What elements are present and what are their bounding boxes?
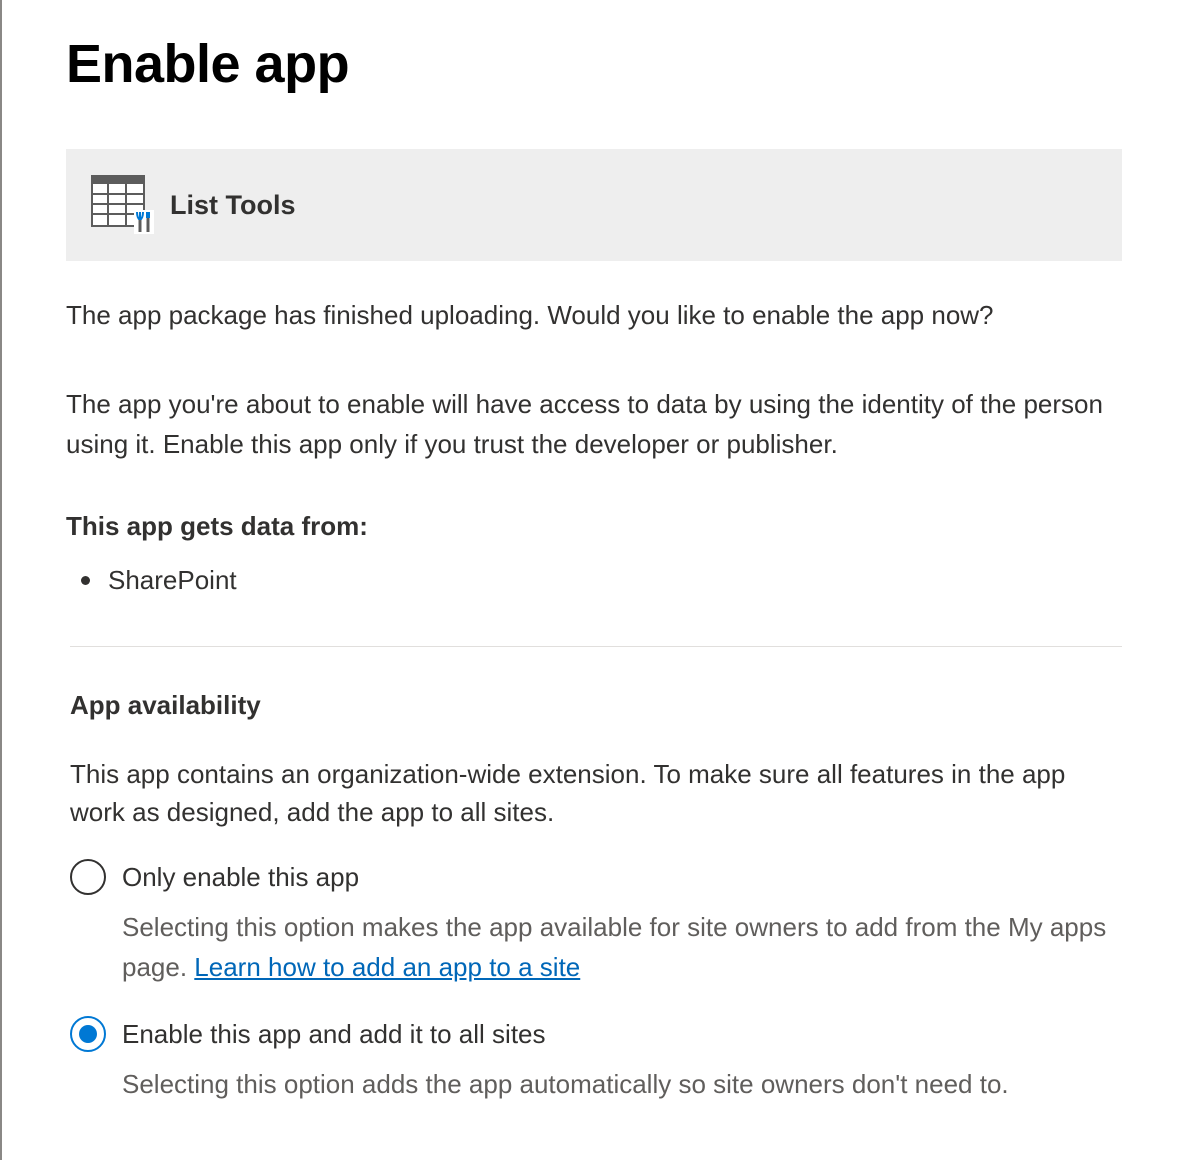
app-availability-title: App availability [70,690,261,720]
option-enable-all-sites-label[interactable]: Enable this app and add it to all sites [122,1016,1122,1052]
page-title: Enable app [66,34,350,94]
option-enable-all-sites[interactable]: Enable this app and add it to all sites … [70,1016,1122,1104]
learn-how-link[interactable]: Learn how to add an app to a site [194,952,580,982]
panel-left-edge [0,0,2,1160]
option-only-enable-label[interactable]: Only enable this app [122,859,1122,895]
option-only-enable[interactable]: Only enable this app Selecting this opti… [70,859,1122,987]
radio-only-enable[interactable] [70,859,106,895]
section-divider [70,646,1122,647]
bullet-icon [81,576,90,585]
list-tools-icon [90,174,156,236]
enable-app-panel: Enable app List Tools The app package ha… [66,0,1122,1104]
app-name: List Tools [170,189,296,220]
option-only-enable-description: Selecting this option makes the app avai… [122,907,1122,987]
app-availability-description: This app contains an organization-wide e… [70,759,1066,827]
data-sources-list: SharePoint [66,562,1122,598]
trust-message: The app you're about to enable will have… [66,389,1103,459]
data-sources-label: This app gets data from: [66,511,368,541]
upload-message: The app package has finished uploading. … [66,300,994,330]
app-availability-section: App availability This app contains an or… [70,687,1122,1104]
app-card: List Tools [66,149,1122,261]
data-source-name: SharePoint [108,565,237,595]
option-enable-all-sites-description: Selecting this option adds the app autom… [122,1069,1009,1099]
list-item: SharePoint [66,562,1122,598]
radio-enable-all-sites[interactable] [70,1016,106,1052]
